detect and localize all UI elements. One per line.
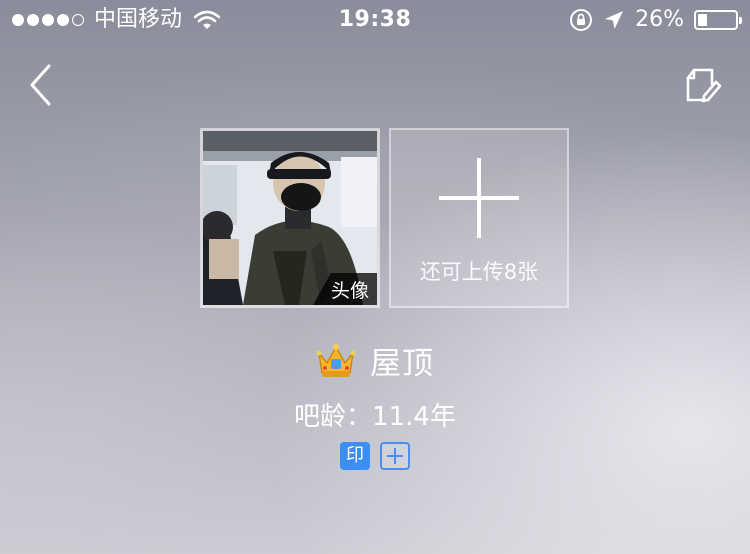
photo-row: 头像 还可上传8张	[200, 128, 569, 308]
add-badge-button[interactable]	[380, 442, 410, 470]
upload-photo-button[interactable]: 还可上传8张	[389, 128, 569, 308]
edit-button[interactable]	[680, 64, 722, 106]
battery-icon	[694, 10, 742, 30]
location-arrow-icon	[605, 11, 624, 29]
tieba-age: 吧龄：11.4年	[294, 402, 456, 432]
battery-percent: 26%	[635, 7, 684, 32]
username: 屋顶	[370, 346, 434, 382]
badge-row: 印	[0, 442, 750, 470]
status-bar: 中国移动 19:38 26%	[0, 0, 750, 40]
battery-level	[698, 14, 708, 26]
edit-note-icon	[686, 68, 722, 103]
seal-badge[interactable]: 印	[340, 442, 370, 470]
crown-icon	[316, 343, 356, 377]
status-right: 26%	[569, 0, 742, 40]
orientation-lock-icon	[570, 9, 593, 31]
plus-icon	[439, 158, 519, 238]
back-button[interactable]	[24, 62, 58, 108]
name-row: 屋顶	[0, 338, 750, 383]
avatar-photo[interactable]: 头像	[200, 128, 380, 308]
profile-screen: 中国移动 19:38 26% 头像 还可上传8张 屋顶 吧龄：11.4年 印	[0, 0, 750, 554]
plus-icon	[387, 448, 403, 464]
chevron-left-icon	[30, 64, 51, 106]
upload-hint: 还可上传8张	[419, 260, 539, 284]
